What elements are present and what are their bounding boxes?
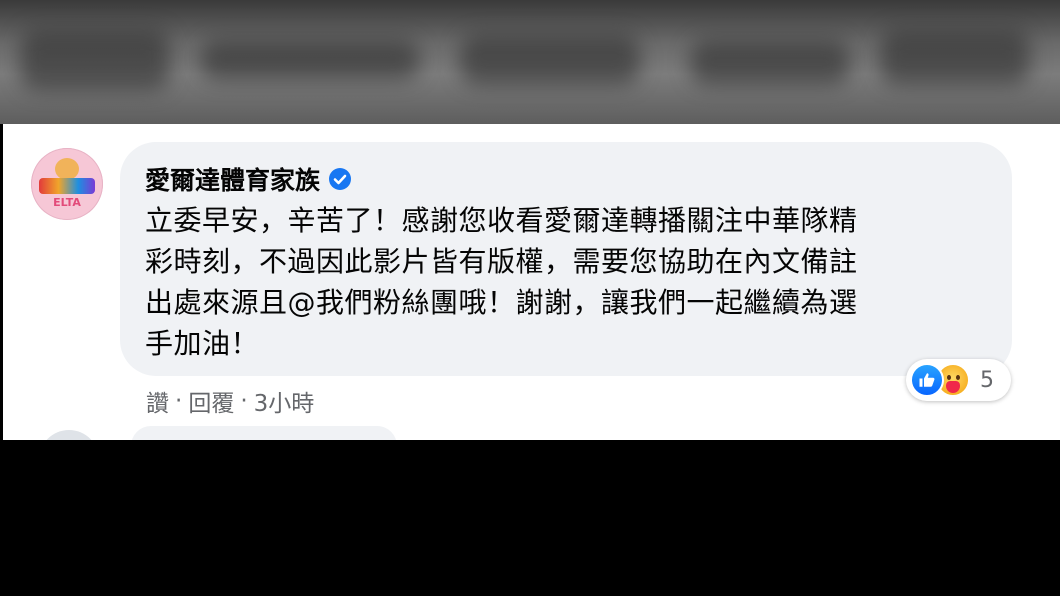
reaction-count: 5: [980, 367, 994, 393]
comment-author[interactable]: 愛爾達體育家族: [145, 162, 352, 196]
author-name[interactable]: 愛爾達體育家族: [145, 161, 320, 197]
heart-icon: [946, 381, 960, 393]
comment-card: ELTA 愛爾達體育家族 立委早安，辛苦了！感謝您收看愛爾達轉播關注中華隊精 彩…: [3, 124, 1060, 490]
comment-bubble: 愛爾達體育家族 立委早安，辛苦了！感謝您收看愛爾達轉播關注中華隊精 彩時刻，不過…: [120, 142, 1012, 376]
verified-badge-icon: [329, 168, 352, 190]
timestamp-link[interactable]: 3小時: [254, 384, 315, 418]
comment-text: 立委早安，辛苦了！感謝您收看愛爾達轉播關注中華隊精 彩時刻，不過因此影片皆有版權…: [145, 200, 995, 364]
logo-bar: [39, 178, 95, 194]
comment-line: 出處來源且@我們粉絲團哦！謝謝，讓我們一起繼續為選: [145, 286, 858, 319]
author-avatar[interactable]: ELTA: [31, 148, 103, 220]
comment-line: 立委早安，辛苦了！感謝您收看愛爾達轉播關注中華隊精: [145, 204, 858, 237]
comment-actions: 讚 · 回覆 · 3小時: [146, 384, 315, 418]
black-letterbox: [0, 440, 1060, 596]
comment-line: 手加油！: [145, 327, 260, 360]
mascot-icon: [55, 158, 79, 180]
blurred-top-region: [0, 0, 1060, 124]
separator: ·: [240, 388, 248, 414]
like-reaction-icon: [910, 363, 944, 397]
thumbs-up-icon: [919, 373, 935, 387]
care-eye-right: [956, 375, 960, 380]
separator: ·: [175, 388, 183, 414]
avatar-logo-text: ELTA: [53, 196, 81, 209]
reaction-summary[interactable]: 5: [906, 359, 1011, 401]
reply-link[interactable]: 回覆: [188, 384, 234, 418]
comment-line: 彩時刻，不過因此影片皆有版權，需要您協助在內文備註: [145, 245, 858, 278]
care-eye-left: [947, 375, 951, 380]
like-link[interactable]: 讚: [146, 384, 169, 418]
